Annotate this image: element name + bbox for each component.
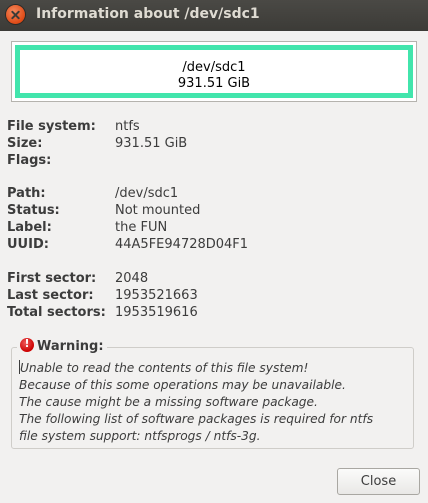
warning-heading-label: Warning: [37, 339, 104, 354]
info-value: 44A5FE94728D04F1 [115, 237, 249, 252]
info-label: UUID: [7, 237, 49, 252]
partition-graphic: /dev/sdc1 931.51 GiB [11, 41, 417, 102]
info-value: 2048 [115, 271, 149, 286]
info-value: the FUN [115, 220, 168, 235]
partition-path-label: /dev/sdc1 [182, 60, 246, 75]
info-label: Path: [7, 186, 46, 201]
warning-line: The following list of software packages … [19, 412, 374, 426]
info-value: 931.51 GiB [115, 136, 188, 151]
info-label: Size: [7, 136, 43, 151]
partition-size-label: 931.51 GiB [177, 76, 251, 91]
warning-line: The cause might be a missing software pa… [19, 395, 318, 409]
info-label: Total sectors: [7, 305, 106, 320]
info-label: Flags: [7, 153, 52, 168]
info-value: 1953519616 [115, 305, 198, 320]
info-label: File system: [7, 119, 96, 134]
window-close-icon[interactable] [6, 5, 25, 24]
warning-message[interactable]: Unable to read the contents of this file… [19, 360, 411, 445]
info-label: First sector: [7, 271, 97, 286]
info-value: /dev/sdc1 [115, 186, 179, 201]
info-label: Label: [7, 220, 52, 235]
info-value: 1953521663 [115, 288, 198, 303]
info-value: ntfs [115, 119, 140, 134]
warning-line: file system support: ntfsprogs / ntfs-3g… [19, 429, 261, 443]
info-value: Not mounted [115, 203, 201, 218]
warning-line: Unable to read the contents of this file… [19, 360, 411, 377]
info-label: Status: [7, 203, 60, 218]
error-icon [20, 337, 34, 352]
partition-info-dialog: Information about /dev/sdc1 /dev/sdc1 93… [0, 0, 428, 503]
partition-bar: /dev/sdc1 931.51 GiB [15, 45, 413, 98]
info-label: Last sector: [7, 288, 94, 303]
close-button[interactable]: Close [337, 468, 420, 495]
window-title: Information about /dev/sdc1 [36, 6, 260, 22]
warning-line: Because of this some operations may be u… [19, 378, 346, 392]
warning-heading: Warning: [17, 337, 107, 356]
warning-line-text: Unable to read the contents of this file… [20, 361, 309, 375]
title-bar: Information about /dev/sdc1 [0, 0, 428, 31]
